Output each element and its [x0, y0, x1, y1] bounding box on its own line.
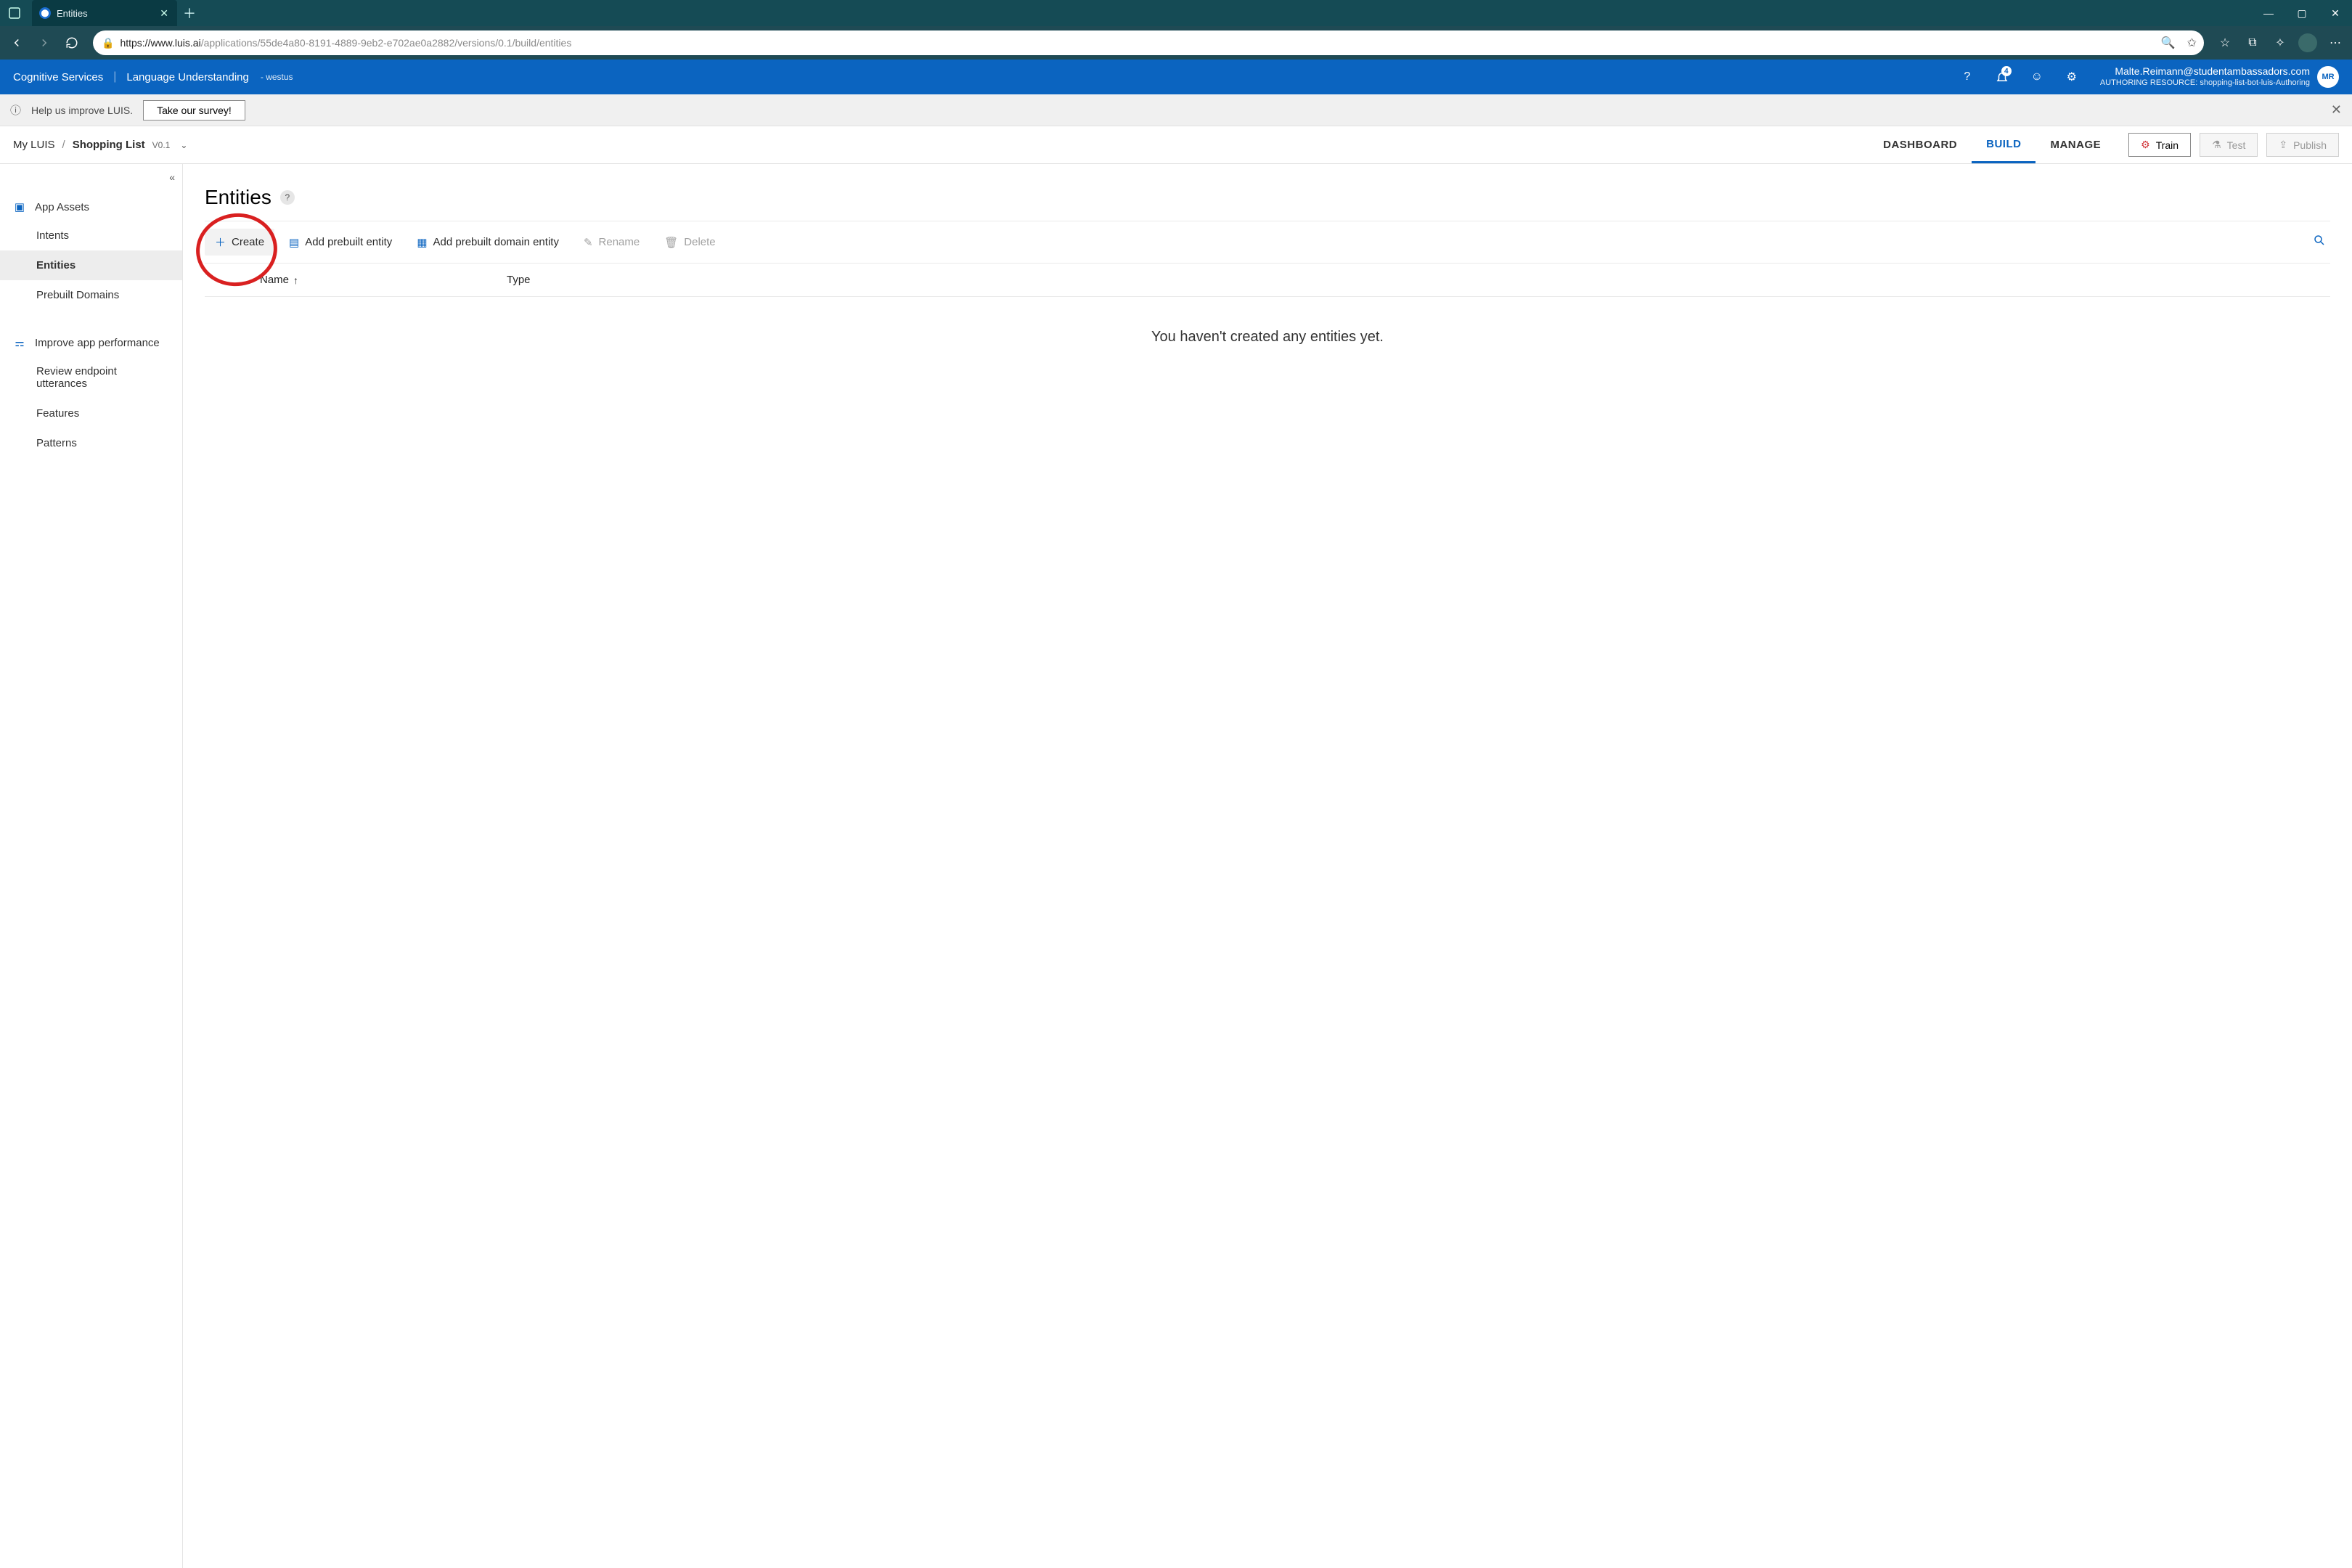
entities-command-bar: ＋ Create ▤ Add prebuilt entity ▦ Add pre…	[205, 221, 2330, 264]
search-entities-icon[interactable]	[2308, 229, 2330, 255]
address-bar[interactable]: 🔒 https://www.luis.ai/applications/55de4…	[93, 30, 2204, 55]
tab-manage[interactable]: MANAGE	[2035, 126, 2115, 163]
favorite-star-icon[interactable]: ✩	[2187, 36, 2197, 50]
sort-ascending-icon[interactable]: ↑	[293, 274, 298, 286]
sidebar-section-app-assets[interactable]: ▣ App Assets	[0, 193, 182, 221]
main-content: Entities ? ＋ Create ▤ Add prebuilt entit…	[183, 164, 2352, 1568]
main-tabs: DASHBOARD BUILD MANAGE	[1869, 126, 2115, 163]
product-label: Language Understanding	[126, 71, 248, 83]
brand-label: Cognitive Services	[13, 71, 103, 83]
help-icon[interactable]: ?	[1955, 65, 1980, 89]
tab-dashboard[interactable]: DASHBOARD	[1869, 126, 1972, 163]
notifications-badge: 4	[2001, 66, 2012, 76]
nav-forward-button[interactable]	[32, 30, 57, 55]
browser-titlebar: ⬤ Entities ✕ ＋ ― ▢ ✕	[0, 0, 2352, 26]
edge-app-icon	[0, 0, 29, 26]
sidebar: « ▣ App Assets Intents Entities Prebuilt…	[0, 164, 183, 1568]
train-gear-icon: ⚙	[2141, 139, 2150, 151]
favorites-icon[interactable]: ☆	[2213, 30, 2237, 55]
user-avatar: MR	[2317, 66, 2339, 88]
plus-icon: ＋	[215, 234, 226, 250]
breadcrumb-root[interactable]: My LUIS	[13, 139, 55, 151]
sidebar-item-entities[interactable]: Entities	[0, 250, 182, 280]
entities-empty-message: You haven't created any entities yet.	[205, 329, 2330, 346]
region-label: - westus	[261, 72, 293, 82]
sidebar-item-review-utterances[interactable]: Review endpoint utterances	[0, 356, 182, 399]
survey-text: Help us improve LUIS.	[31, 105, 133, 116]
extensions-icon[interactable]: ✧	[2268, 30, 2292, 55]
sidebar-section-improve[interactable]: ⚎ Improve app performance	[0, 329, 182, 356]
survey-banner: ⓘ Help us improve LUIS. Take our survey!…	[0, 94, 2352, 126]
app-assets-icon: ▣	[13, 200, 26, 213]
user-email: Malte.Reimann@studentambassadors.com	[2100, 65, 2310, 78]
nav-back-button[interactable]	[4, 30, 29, 55]
info-icon: ⓘ	[10, 102, 21, 118]
delete-entity-button[interactable]: 🗑 Delete	[654, 230, 725, 255]
sub-header: My LUIS / Shopping List V0.1 ⌄ DASHBOARD…	[0, 126, 2352, 164]
tab-close-icon[interactable]: ✕	[160, 7, 168, 20]
window-minimize-button[interactable]: ―	[2252, 0, 2285, 26]
azure-header: Cognitive Services | Language Understand…	[0, 60, 2352, 94]
test-button[interactable]: ⚗ Test	[2200, 133, 2258, 157]
tab-build[interactable]: BUILD	[1972, 126, 2035, 163]
sidebar-item-intents[interactable]: Intents	[0, 221, 182, 250]
trash-icon: 🗑	[664, 236, 678, 249]
breadcrumb: My LUIS / Shopping List V0.1 ⌄	[13, 139, 187, 151]
survey-close-icon[interactable]: ✕	[2331, 102, 2342, 118]
nav-refresh-button[interactable]	[60, 30, 84, 55]
sidebar-item-patterns[interactable]: Patterns	[0, 428, 182, 458]
publish-button[interactable]: ⇪ Publish	[2266, 133, 2339, 157]
prebuilt-entity-icon: ▤	[289, 236, 299, 249]
user-account-area[interactable]: Malte.Reimann@studentambassadors.com AUT…	[2100, 65, 2339, 88]
sliders-icon: ⚎	[13, 336, 26, 349]
feedback-icon[interactable]: ☺	[2025, 65, 2049, 89]
zoom-icon[interactable]: 🔍	[2161, 36, 2176, 50]
entities-table-header: Name ↑ Type	[205, 264, 2330, 297]
page-title: Entities	[205, 186, 271, 209]
column-type-header[interactable]: Type	[507, 274, 531, 286]
page-help-icon[interactable]: ?	[280, 190, 295, 205]
rename-icon: ✎	[584, 236, 593, 249]
settings-gear-icon[interactable]: ⚙	[2059, 65, 2084, 89]
beaker-icon: ⚗	[2212, 139, 2221, 151]
collections-icon[interactable]: ⧉	[2240, 30, 2265, 55]
sidebar-item-features[interactable]: Features	[0, 399, 182, 428]
browser-menu-button[interactable]: ⋯	[2323, 30, 2348, 55]
action-buttons: ⚙ Train ⚗ Test ⇪ Publish	[2128, 133, 2339, 157]
url-text: https://www.luis.ai/applications/55de4a8…	[120, 37, 571, 49]
sidebar-collapse-icon[interactable]: «	[169, 171, 175, 183]
breadcrumb-app[interactable]: Shopping List	[73, 139, 145, 151]
survey-button[interactable]: Take our survey!	[143, 100, 245, 121]
new-tab-button[interactable]: ＋	[177, 0, 202, 26]
column-name-header[interactable]: Name	[260, 274, 289, 286]
domain-entity-icon: ▦	[417, 236, 427, 249]
breadcrumb-version: V0.1	[152, 140, 171, 150]
add-prebuilt-entity-button[interactable]: ▤ Add prebuilt entity	[279, 230, 402, 255]
train-button[interactable]: ⚙ Train	[2128, 133, 2191, 157]
rename-entity-button[interactable]: ✎ Rename	[573, 230, 650, 255]
add-prebuilt-domain-entity-button[interactable]: ▦ Add prebuilt domain entity	[407, 230, 569, 255]
browser-toolbar: 🔒 https://www.luis.ai/applications/55de4…	[0, 26, 2352, 60]
window-maximize-button[interactable]: ▢	[2285, 0, 2319, 26]
notifications-icon[interactable]: 4	[1990, 65, 2014, 89]
tab-title: Entities	[57, 8, 154, 19]
window-close-button[interactable]: ✕	[2319, 0, 2352, 26]
profile-avatar[interactable]	[2295, 30, 2320, 55]
lock-icon: 🔒	[102, 37, 114, 49]
sidebar-item-prebuilt-domains[interactable]: Prebuilt Domains	[0, 280, 182, 310]
publish-icon: ⇪	[2279, 139, 2287, 151]
version-dropdown-icon[interactable]: ⌄	[180, 140, 187, 150]
luis-favicon: ⬤	[39, 7, 51, 19]
create-entity-button[interactable]: ＋ Create	[205, 229, 274, 256]
browser-tab[interactable]: ⬤ Entities ✕	[32, 0, 177, 26]
